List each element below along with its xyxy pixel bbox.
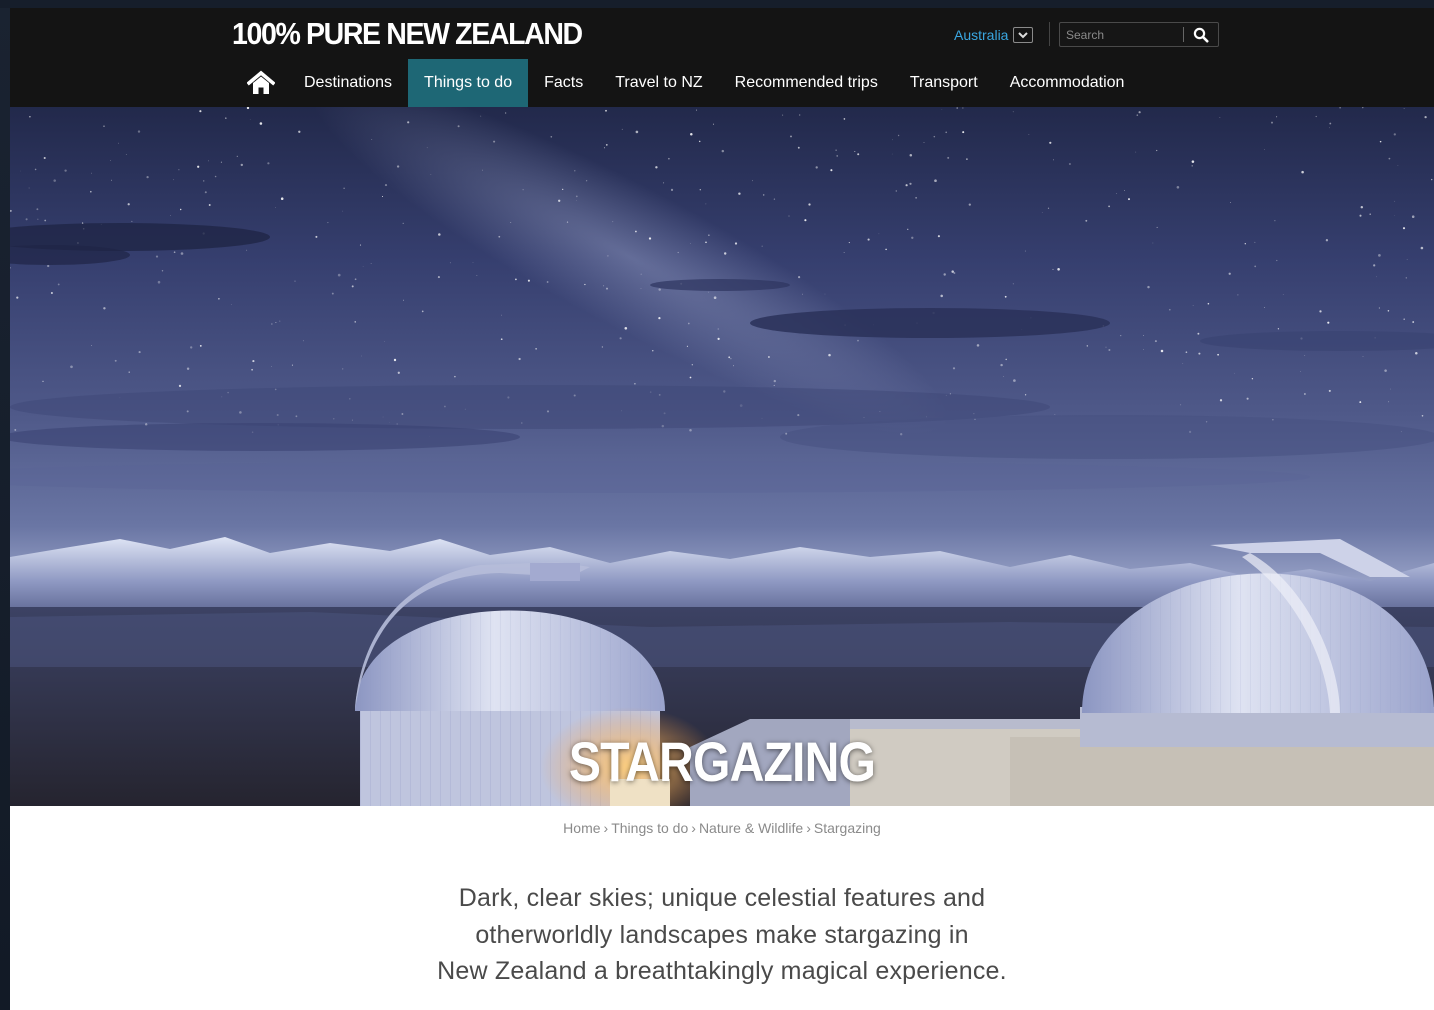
intro-line: otherworldly landscapes make stargazing … bbox=[475, 920, 969, 949]
nav-item-travel-to-nz[interactable]: Travel to NZ bbox=[599, 59, 718, 107]
main-content: Home › Things to do › Nature & Wildlife › Star… bbox=[10, 806, 1434, 1010]
breadcrumb-separator: › bbox=[691, 820, 696, 836]
site-header: 100% PURE NEW ZEALAND Australia Destinat… bbox=[10, 8, 1434, 107]
breadcrumb: Home › Things to do › Nature & Wildlife › Star… bbox=[10, 820, 1434, 836]
nav-item-accommodation[interactable]: Accommodation bbox=[994, 59, 1141, 107]
nav-item-facts[interactable]: Facts bbox=[528, 59, 599, 107]
chevron-down-icon[interactable] bbox=[1013, 27, 1034, 43]
country-label[interactable]: Australia bbox=[954, 27, 1008, 43]
search-box bbox=[1059, 22, 1219, 47]
nav-item-recommended-trips[interactable]: Recommended trips bbox=[719, 59, 894, 107]
intro-text: Dark, clear skies; unique celestial feat… bbox=[422, 880, 1022, 990]
page-frame-top bbox=[0, 0, 1434, 8]
nav-item-transport[interactable]: Transport bbox=[894, 59, 994, 107]
nav-home[interactable] bbox=[234, 59, 288, 107]
page-frame-left bbox=[0, 0, 10, 1010]
breadcrumb-separator: › bbox=[806, 820, 811, 836]
hero-banner: STARGAZING bbox=[10, 107, 1434, 806]
breadcrumb-separator: › bbox=[603, 820, 609, 836]
home-icon bbox=[247, 70, 275, 94]
hero-image bbox=[10, 107, 1434, 806]
nav-item-things-to-do[interactable]: Things to do bbox=[408, 59, 529, 107]
breadcrumb-current: Stargazing bbox=[813, 820, 881, 836]
site-logo[interactable]: 100% PURE NEW ZEALAND bbox=[232, 16, 583, 52]
intro-line: Dark, clear skies; unique celestial feat… bbox=[458, 884, 986, 912]
header-divider bbox=[1049, 22, 1050, 46]
hero-title: STARGAZING bbox=[568, 730, 876, 793]
country-selector[interactable]: Australia bbox=[954, 26, 1034, 44]
breadcrumb-home[interactable]: Home bbox=[563, 820, 600, 836]
search-icon bbox=[1193, 27, 1209, 42]
intro-line: New Zealand a breathtakingly magical exp… bbox=[437, 957, 1007, 985]
breadcrumb-things-to-do[interactable]: Things to do bbox=[611, 820, 688, 836]
search-button[interactable] bbox=[1184, 23, 1218, 46]
search-input[interactable] bbox=[1060, 23, 1184, 46]
nav-item-destinations[interactable]: Destinations bbox=[288, 59, 408, 107]
breadcrumb-nature-wildlife[interactable]: Nature & Wildlife bbox=[699, 820, 803, 836]
main-nav: Destinations Things to do Facts Travel t… bbox=[234, 59, 1140, 107]
